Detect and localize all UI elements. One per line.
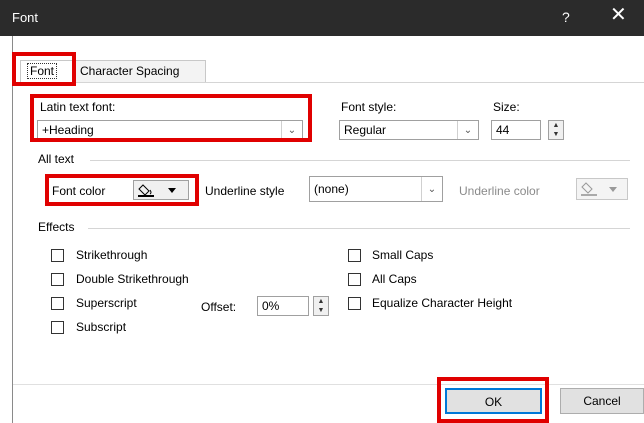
cancel-button[interactable]: Cancel [560,388,644,414]
underline-style-label: Underline style [205,184,285,198]
double-strikethrough-checkbox[interactable] [51,273,64,286]
spin-up-icon[interactable]: ▲ [314,297,328,306]
tab-character-spacing[interactable]: Character Spacing [73,60,206,82]
offset-label: Offset: [201,300,237,314]
size-input[interactable]: 44 [491,120,541,140]
chevron-down-icon[interactable]: ⌄ [421,177,442,201]
dialog-title: Font [12,10,39,25]
equalize-height-checkbox[interactable] [348,297,361,310]
font-style-label: Font style: [341,100,397,114]
size-spinner[interactable]: ▲ ▼ [548,120,564,140]
subscript-label: Subscript [76,320,127,334]
all-caps-label: All Caps [372,272,417,286]
tab-strip-divider [13,82,644,83]
title-bar [0,0,644,36]
small-caps-checkbox[interactable] [348,249,361,262]
double-strikethrough-label: Double Strikethrough [76,272,189,286]
font-style-value: Regular [344,123,387,137]
close-button[interactable]: ✕ [610,5,627,25]
offset-input[interactable]: 0% [257,296,309,316]
underline-color-picker[interactable] [576,178,628,200]
offset-spinner[interactable]: ▲ ▼ [313,296,329,316]
equalize-height-label: Equalize Character Height [372,296,513,310]
highlight-latin-font [30,94,312,142]
all-text-section-label: All text [38,152,75,166]
superscript-checkbox[interactable] [51,297,64,310]
strikethrough-label: Strikethrough [76,248,148,262]
underline-style-value: (none) [314,182,349,196]
all-text-divider [90,160,630,161]
highlight-ok-button [437,377,549,423]
effects-divider [88,228,630,229]
highlight-font-color [45,174,199,206]
paint-bucket-icon [581,182,617,196]
font-style-combo[interactable]: Regular ⌄ [339,120,479,140]
subscript-checkbox[interactable] [51,321,64,334]
superscript-label: Superscript [76,296,137,310]
effects-section-label: Effects [38,220,75,234]
help-button[interactable]: ? [562,9,570,25]
underline-style-combo[interactable]: (none) ⌄ [309,176,443,202]
spin-down-icon[interactable]: ▼ [549,130,563,139]
spin-down-icon[interactable]: ▼ [314,306,328,315]
all-caps-checkbox[interactable] [348,273,361,286]
footer-divider [13,384,644,385]
underline-color-label: Underline color [459,184,540,198]
chevron-down-icon[interactable]: ⌄ [457,121,478,139]
size-value: 44 [496,123,510,137]
tab-character-spacing-label: Character Spacing [80,64,180,78]
size-label: Size: [493,100,520,114]
strikethrough-checkbox[interactable] [51,249,64,262]
offset-value: 0% [262,299,280,313]
highlight-font-tab [12,52,76,86]
spin-up-icon[interactable]: ▲ [549,121,563,130]
small-caps-label: Small Caps [372,248,434,262]
